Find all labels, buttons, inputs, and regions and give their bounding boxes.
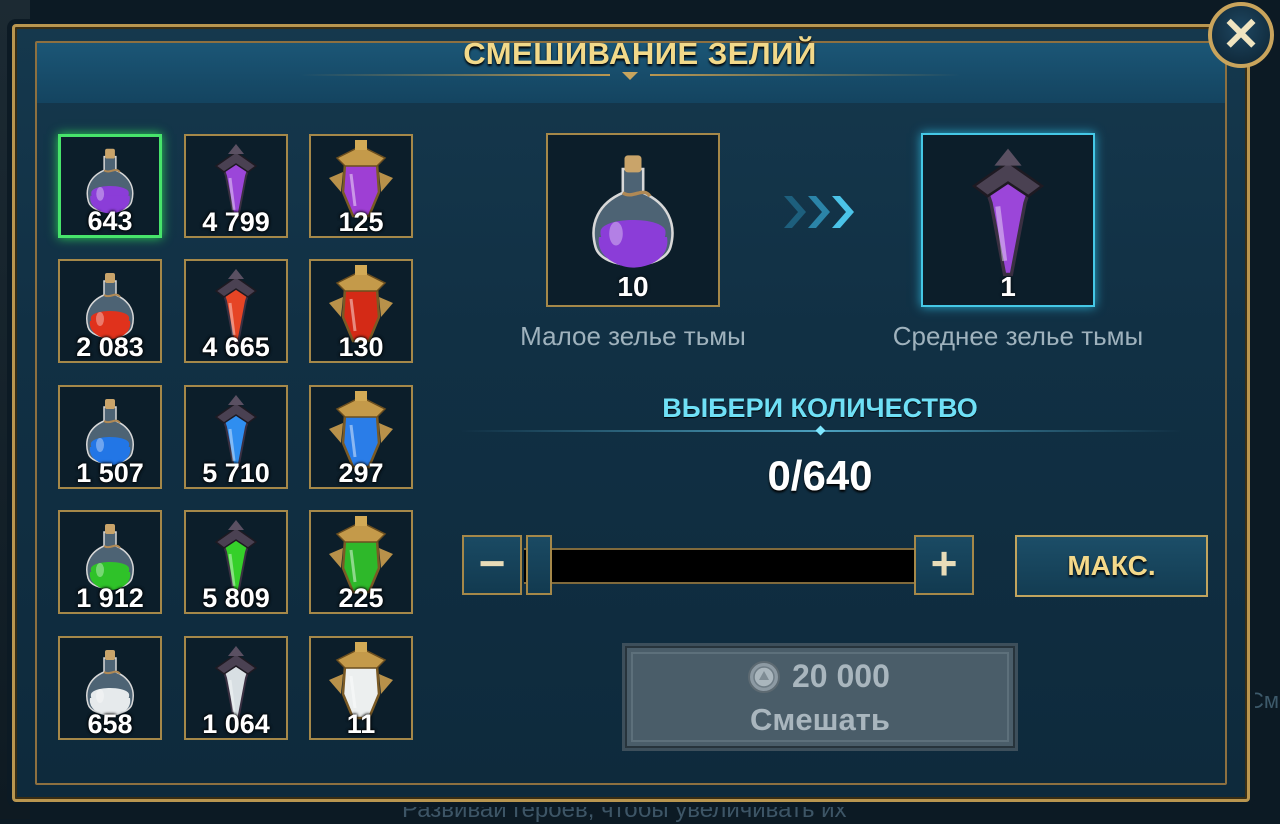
potion-slot-small-void-potion[interactable]: 643: [58, 134, 162, 238]
potion-count: 5 809: [202, 583, 270, 613]
potion-count: 5 710: [202, 458, 270, 488]
potion-count: 1 912: [76, 583, 144, 613]
potion-count: 297: [338, 458, 384, 488]
quantity-readout: 0/640: [767, 452, 873, 499]
choose-quantity-label: ВЫБЕРИ КОЛИЧЕСТВО: [662, 393, 978, 423]
potion-slot-large-void-potion[interactable]: 125: [309, 134, 413, 238]
background-side-text: См: [1248, 688, 1280, 713]
potion-slot-medium-arcane-potion[interactable]: 1 064: [184, 636, 288, 740]
potion-count: 4 665: [202, 332, 270, 362]
potion-slot-small-force-potion[interactable]: 2 083: [58, 259, 162, 363]
max-button[interactable]: МАКС.: [1015, 535, 1208, 597]
potion-slot-large-arcane-potion[interactable]: 11: [309, 636, 413, 740]
source-potion-slot: 10: [546, 133, 720, 307]
potion-count: 130: [338, 332, 384, 362]
result-potion-slot: 1: [921, 133, 1095, 307]
potion-count: 225: [338, 583, 384, 613]
potion-count: 11: [346, 709, 376, 739]
choose-divider-right: [824, 430, 1182, 432]
potion-count: 4 799: [202, 207, 270, 237]
choose-divider-left: [460, 430, 818, 432]
title-divider-left: [300, 74, 610, 76]
potion-count: 1 064: [202, 709, 270, 739]
potion-count: 643: [87, 206, 133, 236]
transform-arrows-icon: [784, 196, 854, 228]
potion-slot-medium-spirit-potion[interactable]: 5 809: [184, 510, 288, 614]
potion-slot-small-arcane-potion[interactable]: 658: [58, 636, 162, 740]
potion-slot-medium-void-potion[interactable]: 4 799: [184, 134, 288, 238]
source-potion-count: 10: [617, 271, 649, 302]
potion-slot-large-spirit-potion[interactable]: 225: [309, 510, 413, 614]
close-icon: ✕: [1221, 8, 1261, 60]
potion-slot-medium-force-potion[interactable]: 4 665: [184, 259, 288, 363]
potion-slot-medium-magic-potion[interactable]: 5 710: [184, 385, 288, 489]
title-divider-right: [650, 74, 960, 76]
increase-button[interactable]: +: [914, 535, 974, 595]
mix-button-label: Смешать: [750, 702, 890, 737]
result-potion-count: 1: [1000, 271, 1016, 302]
potion-slot-small-spirit-potion[interactable]: 1 912: [58, 510, 162, 614]
potion-count: 658: [87, 709, 133, 739]
plus-icon: +: [930, 537, 958, 589]
potion-slot-small-magic-potion[interactable]: 1 507: [58, 385, 162, 489]
potion-slot-large-magic-potion[interactable]: 297: [309, 385, 413, 489]
quantity-slider-handle[interactable]: [526, 535, 552, 595]
close-button[interactable]: ✕: [1208, 2, 1274, 68]
potion-count: 2 083: [76, 332, 144, 362]
decrease-button[interactable]: −: [462, 535, 522, 595]
mix-cost: 20 000: [792, 658, 890, 694]
title-caret-icon: [622, 72, 638, 80]
quantity-slider[interactable]: [524, 548, 916, 584]
source-potion-name: Малое зелье тьмы: [520, 321, 746, 351]
dialog-title: СМЕШИВАНИЕ ЗЕЛИЙ: [463, 36, 817, 71]
result-potion-name: Среднее зелье тьмы: [892, 321, 1144, 351]
silver-coin-icon: [748, 661, 780, 693]
potion-slot-large-force-potion[interactable]: 130: [309, 259, 413, 363]
potion-count: 1 507: [76, 458, 144, 488]
minus-icon: −: [478, 537, 506, 589]
potion-count: 125: [338, 207, 384, 237]
